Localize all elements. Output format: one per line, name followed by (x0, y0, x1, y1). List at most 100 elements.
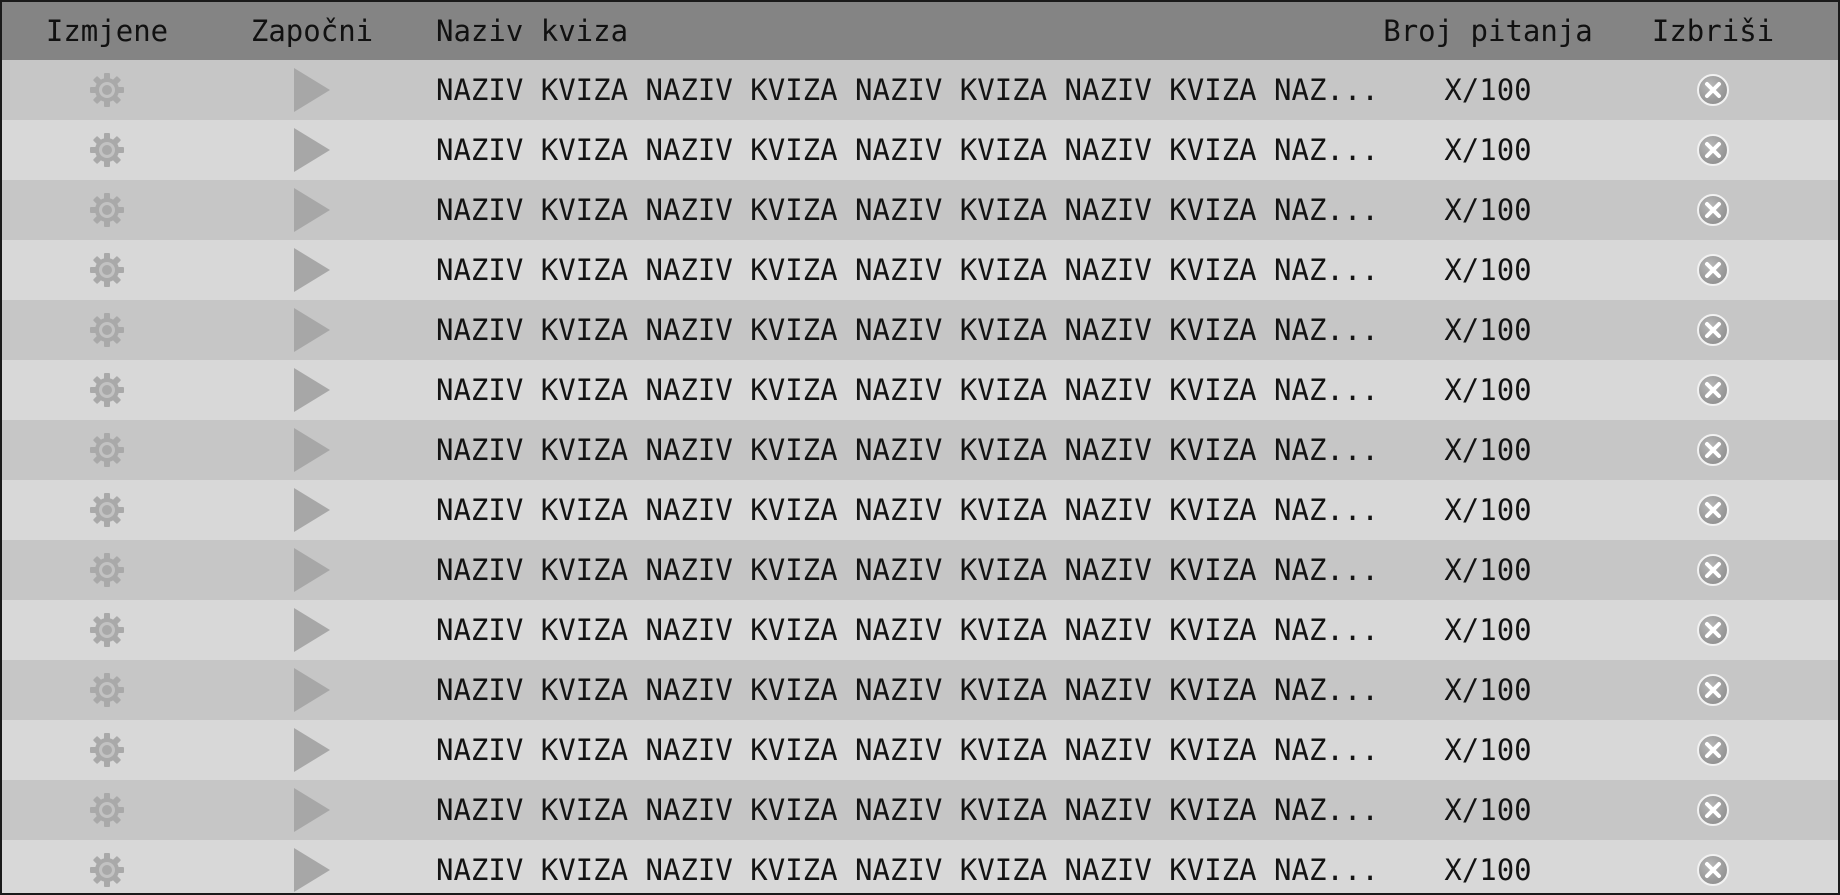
close-circle-icon (1696, 553, 1730, 587)
table-row: NAZIV KVIZA NAZIV KVIZA NAZIV KVIZA NAZI… (2, 180, 1838, 240)
table-row: NAZIV KVIZA NAZIV KVIZA NAZIV KVIZA NAZI… (2, 240, 1838, 300)
header-question-count: Broj pitanja (1383, 14, 1593, 48)
quiz-name: NAZIV KVIZA NAZIV KVIZA NAZIV KVIZA NAZI… (436, 193, 1379, 227)
edit-button[interactable] (2, 120, 212, 180)
gear-icon (88, 491, 126, 529)
play-icon (291, 306, 333, 354)
question-count: X/100 (1444, 733, 1532, 767)
start-button[interactable] (212, 720, 412, 780)
gear-icon (88, 371, 126, 409)
play-icon (291, 186, 333, 234)
edit-button[interactable] (2, 480, 212, 540)
table-row: NAZIV KVIZA NAZIV KVIZA NAZIV KVIZA NAZI… (2, 840, 1838, 893)
start-button[interactable] (212, 120, 412, 180)
close-circle-icon (1696, 493, 1730, 527)
edit-button[interactable] (2, 840, 212, 893)
edit-button[interactable] (2, 240, 212, 300)
header-delete: Izbriši (1651, 14, 1775, 48)
edit-button[interactable] (2, 720, 212, 780)
edit-button[interactable] (2, 180, 212, 240)
delete-button[interactable] (1588, 60, 1838, 120)
question-count: X/100 (1444, 73, 1532, 107)
delete-button[interactable] (1588, 840, 1838, 893)
edit-button[interactable] (2, 660, 212, 720)
table-row: NAZIV KVIZA NAZIV KVIZA NAZIV KVIZA NAZI… (2, 480, 1838, 540)
edit-button[interactable] (2, 360, 212, 420)
start-button[interactable] (212, 480, 412, 540)
table-row: NAZIV KVIZA NAZIV KVIZA NAZIV KVIZA NAZI… (2, 420, 1838, 480)
table-row: NAZIV KVIZA NAZIV KVIZA NAZIV KVIZA NAZI… (2, 720, 1838, 780)
close-circle-icon (1696, 313, 1730, 347)
edit-button[interactable] (2, 60, 212, 120)
quiz-table: Izmjene Započni Naziv kviza Broj pitanja… (0, 0, 1840, 895)
quiz-name: NAZIV KVIZA NAZIV KVIZA NAZIV KVIZA NAZI… (436, 853, 1379, 887)
quiz-name: NAZIV KVIZA NAZIV KVIZA NAZIV KVIZA NAZI… (436, 793, 1379, 827)
quiz-name: NAZIV KVIZA NAZIV KVIZA NAZIV KVIZA NAZI… (436, 733, 1379, 767)
gear-icon (88, 251, 126, 289)
play-icon (291, 786, 333, 834)
question-count: X/100 (1444, 133, 1532, 167)
gear-icon (88, 551, 126, 589)
question-count: X/100 (1444, 853, 1532, 887)
edit-button[interactable] (2, 600, 212, 660)
play-icon (291, 546, 333, 594)
header-name: Naziv kviza (436, 14, 629, 48)
edit-button[interactable] (2, 540, 212, 600)
play-icon (291, 126, 333, 174)
close-circle-icon (1696, 613, 1730, 647)
quiz-name: NAZIV KVIZA NAZIV KVIZA NAZIV KVIZA NAZI… (436, 253, 1379, 287)
gear-icon (88, 131, 126, 169)
start-button[interactable] (212, 300, 412, 360)
delete-button[interactable] (1588, 660, 1838, 720)
play-icon (291, 426, 333, 474)
quiz-name: NAZIV KVIZA NAZIV KVIZA NAZIV KVIZA NAZI… (436, 493, 1379, 527)
delete-button[interactable] (1588, 120, 1838, 180)
table-row: NAZIV KVIZA NAZIV KVIZA NAZIV KVIZA NAZI… (2, 540, 1838, 600)
start-button[interactable] (212, 600, 412, 660)
delete-button[interactable] (1588, 240, 1838, 300)
close-circle-icon (1696, 253, 1730, 287)
start-button[interactable] (212, 360, 412, 420)
edit-button[interactable] (2, 780, 212, 840)
delete-button[interactable] (1588, 720, 1838, 780)
gear-icon (88, 611, 126, 649)
close-circle-icon (1696, 133, 1730, 167)
table-row: NAZIV KVIZA NAZIV KVIZA NAZIV KVIZA NAZI… (2, 780, 1838, 840)
quiz-name: NAZIV KVIZA NAZIV KVIZA NAZIV KVIZA NAZI… (436, 373, 1379, 407)
header-start: Započni (250, 14, 374, 48)
quiz-name: NAZIV KVIZA NAZIV KVIZA NAZIV KVIZA NAZI… (436, 313, 1379, 347)
question-count: X/100 (1444, 673, 1532, 707)
question-count: X/100 (1444, 253, 1532, 287)
start-button[interactable] (212, 660, 412, 720)
play-icon (291, 66, 333, 114)
start-button[interactable] (212, 180, 412, 240)
start-button[interactable] (212, 240, 412, 300)
delete-button[interactable] (1588, 360, 1838, 420)
delete-button[interactable] (1588, 300, 1838, 360)
table-body: NAZIV KVIZA NAZIV KVIZA NAZIV KVIZA NAZI… (2, 60, 1838, 893)
delete-button[interactable] (1588, 480, 1838, 540)
start-button[interactable] (212, 840, 412, 893)
start-button[interactable] (212, 540, 412, 600)
gear-icon (88, 311, 126, 349)
quiz-name: NAZIV KVIZA NAZIV KVIZA NAZIV KVIZA NAZI… (436, 133, 1379, 167)
delete-button[interactable] (1588, 180, 1838, 240)
play-icon (291, 666, 333, 714)
delete-button[interactable] (1588, 420, 1838, 480)
start-button[interactable] (212, 60, 412, 120)
delete-button[interactable] (1588, 780, 1838, 840)
start-button[interactable] (212, 780, 412, 840)
delete-button[interactable] (1588, 540, 1838, 600)
close-circle-icon (1696, 853, 1730, 887)
gear-icon (88, 431, 126, 469)
close-circle-icon (1696, 73, 1730, 107)
start-button[interactable] (212, 420, 412, 480)
close-circle-icon (1696, 373, 1730, 407)
play-icon (291, 726, 333, 774)
question-count: X/100 (1444, 613, 1532, 647)
question-count: X/100 (1444, 493, 1532, 527)
delete-button[interactable] (1588, 600, 1838, 660)
edit-button[interactable] (2, 420, 212, 480)
edit-button[interactable] (2, 300, 212, 360)
gear-icon (88, 71, 126, 109)
